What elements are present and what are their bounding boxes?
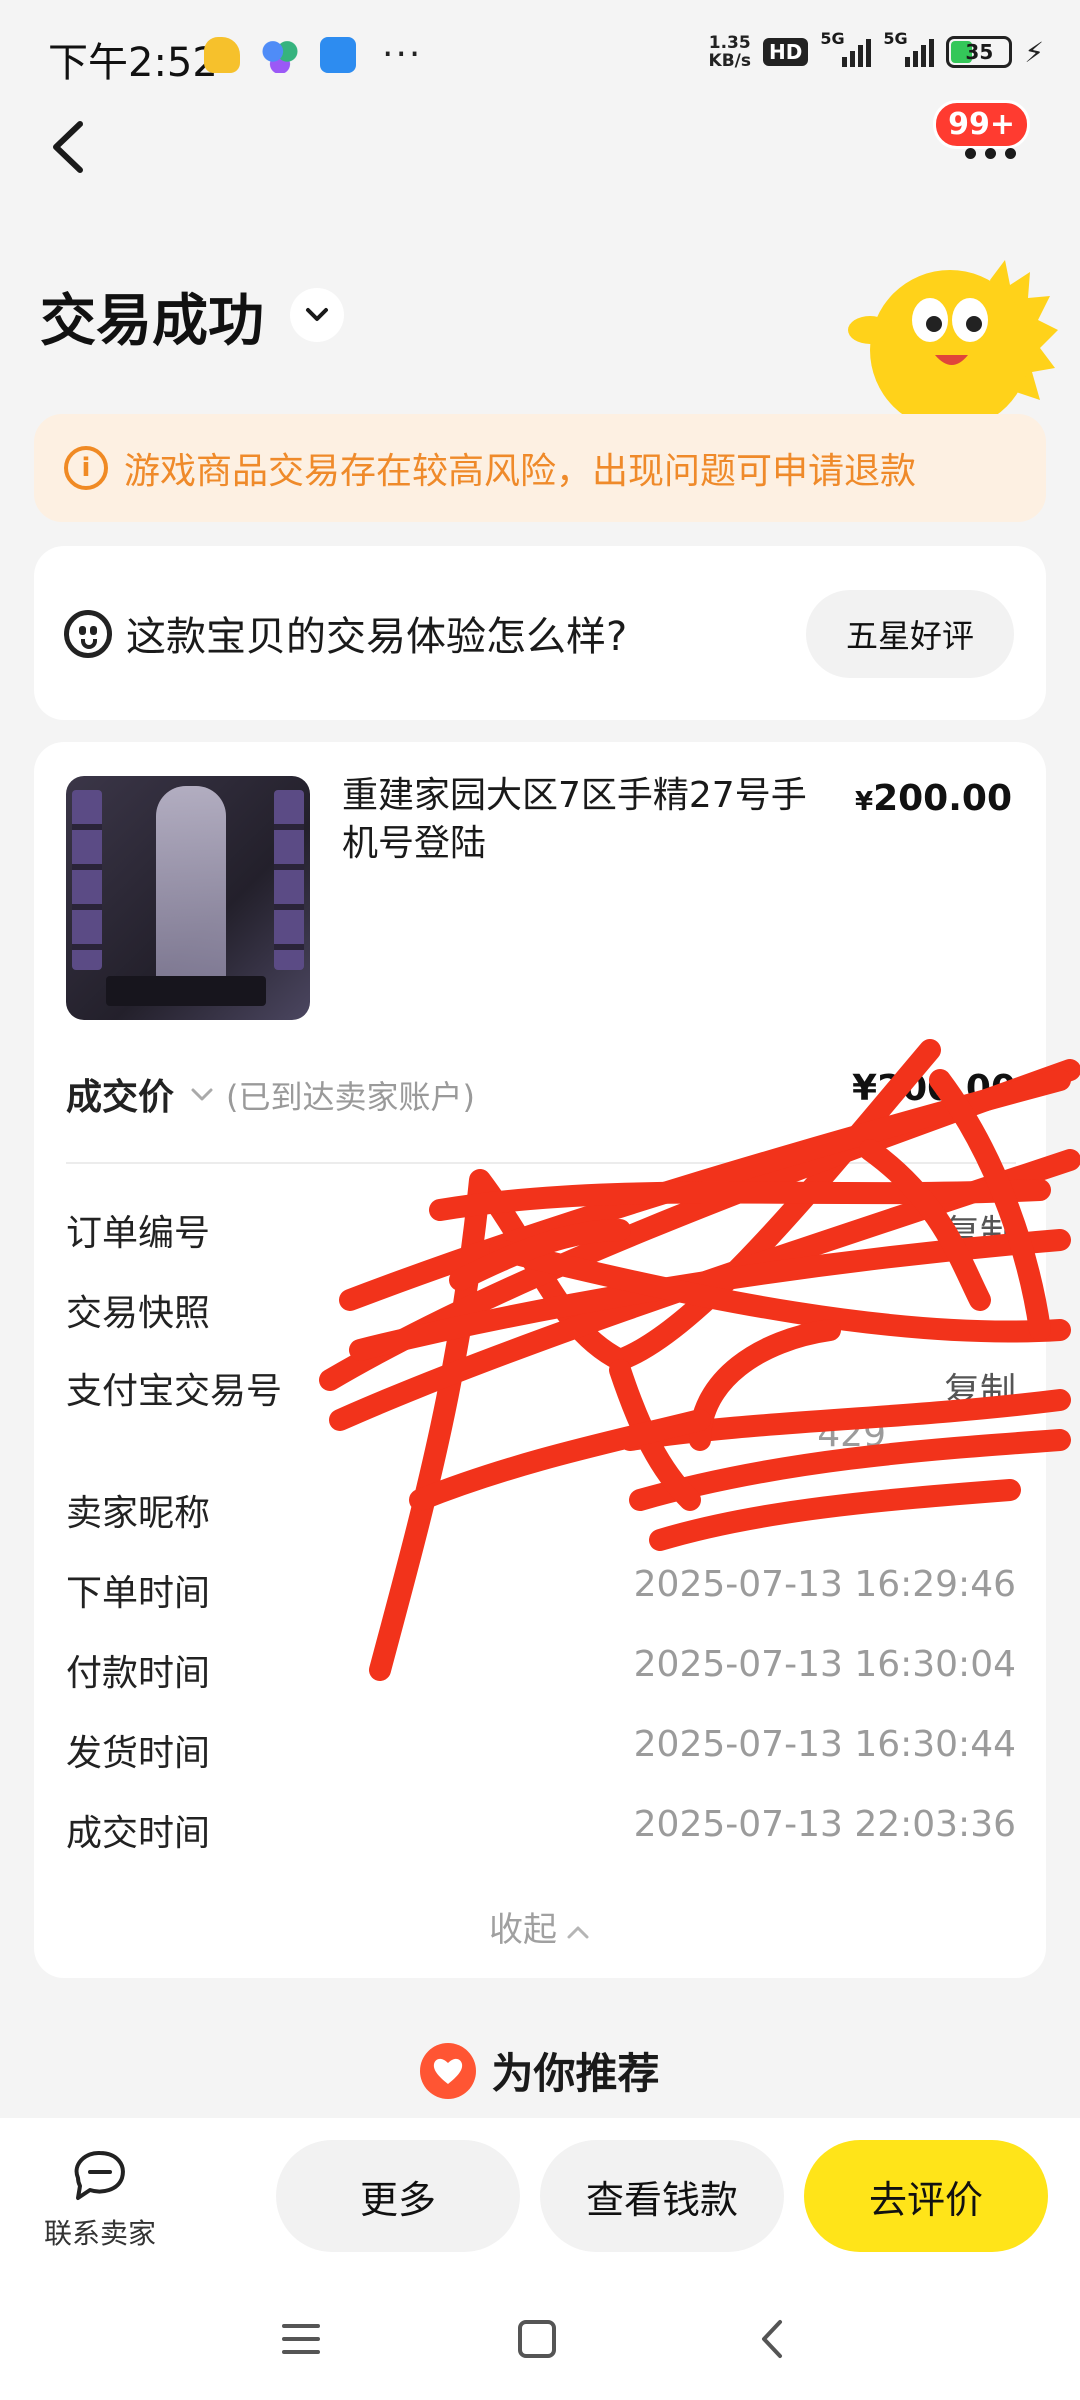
detail-label: 成交时间 [66,1813,211,1854]
status-more-icon: ··· [382,34,423,75]
battery-icon: 35 [946,36,1013,68]
risk-warning-text: 游戏商品交易存在较高风险，出现问题可申请退款 [124,451,917,492]
detail-row-deal-time: 成交时间 2025-07-13 22:03:36 [66,1804,1016,1854]
rating-question: 这款宝贝的交易体验怎么样? [126,614,628,660]
heart-icon [420,2042,477,2099]
network-speed: 1.35 KB/s [709,34,751,70]
detail-label: 卖家昵称 [66,1493,211,1534]
detail-label: 交易快照 [66,1293,211,1334]
detail-label: 发货时间 [66,1733,211,1774]
battery-level: 35 [965,40,994,64]
chevron-down-icon [306,308,328,321]
recommend-title: 为你推荐 [491,2049,660,2098]
wallet-icon [320,36,356,73]
deal-price-value: ¥200.00 [852,1068,1016,1109]
view-money-button[interactable]: 查看钱款 [540,2140,784,2252]
deal-price-note: (已到达卖家账户) [226,1078,475,1116]
system-nav-bar [0,2278,1080,2400]
more-dots-icon [965,148,1016,159]
detail-row-ship-time: 发货时间 2025-07-13 16:30:44 [66,1724,1016,1774]
mascot-image [848,260,1058,420]
status-time: 下午2:52 [48,40,218,86]
detail-row-snapshot[interactable]: 交易快照 [66,1284,1016,1334]
product-price: ¥200.00 [855,778,1012,819]
network-speed-value: 1.35 [708,33,751,53]
contact-seller-button[interactable]: 联系卖家 [40,2148,160,2252]
detail-row-order-number: 订单编号 复制 [66,1204,1016,1254]
five-star-review-button[interactable]: 五星好评 [806,590,1014,678]
charging-icon: ⚡ [1024,35,1044,69]
status-indicators: 1.35 KB/s HD 5G 5G 35 ⚡ [709,29,1044,70]
title-expand-button[interactable] [290,288,344,342]
info-icon: i [64,446,108,490]
back-button[interactable] [44,112,94,182]
collapse-label: 收起 [489,1910,557,1950]
chevron-down-icon [191,1088,213,1101]
product-price-value: 200.00 [873,778,1012,819]
status-bar: 下午2:52 ··· 1.35 KB/s HD 5G 5G 35 ⚡ [0,0,1080,110]
app-notification-icon [262,36,298,73]
detail-label: 支付宝交易号 [66,1371,283,1412]
copy-order-number-button[interactable]: 复制 [944,1204,1016,1256]
detail-value: 2025-07-13 16:29:46 [633,1564,1016,1605]
collapse-button[interactable]: 收起 [34,1902,1046,1951]
detail-row-alipay-number: 支付宝交易号 复制 429 [66,1362,1016,1455]
detail-value: 2025-07-13 16:30:44 [633,1724,1016,1765]
contact-seller-label: 联系卖家 [43,2217,156,2250]
more-menu-button[interactable]: 99+ [933,100,1030,180]
detail-label: 订单编号 [66,1213,211,1254]
order-card: 重建家园大区7区手精27号手机号登陆 ¥200.00 成交价 (已到达卖家账户)… [34,742,1046,1978]
network-speed-unit: KB/s [708,51,751,71]
detail-label: 付款时间 [66,1653,211,1694]
signal-icon: 5G [820,29,872,67]
message-badge: 99+ [933,100,1030,149]
home-icon[interactable] [514,2316,560,2362]
chevron-up-icon [567,1926,589,1938]
write-review-button[interactable]: 去评价 [804,2140,1048,2252]
detail-label: 下单时间 [66,1573,211,1614]
copy-alipay-number-button[interactable]: 复制 [944,1362,1016,1414]
back-nav-icon[interactable] [750,2316,796,2362]
detail-row-seller-nickname: 卖家昵称 [66,1484,1016,1534]
deal-price-label: 成交价 [66,1077,175,1118]
detail-row-pay-time: 付款时间 2025-07-13 16:30:04 [66,1644,1016,1694]
detail-value: 2025-07-13 16:30:04 [633,1644,1016,1685]
bottom-action-bar: 联系卖家 更多 查看钱款 去评价 [0,2118,1080,2278]
page-title: 交易成功 [40,289,264,354]
deal-price-row[interactable]: 成交价 (已到达卖家账户) ¥200.00 [66,1068,1016,1118]
risk-warning-banner: i 游戏商品交易存在较高风险，出现问题可申请退款 [34,414,1046,522]
detail-value: 2025-07-13 22:03:36 [633,1804,1016,1845]
status-app-icons: ··· [204,34,422,75]
signal-label: 5G [820,29,845,48]
signal-label: 5G [883,29,908,48]
weather-icon [204,36,240,73]
detail-value: 429 [817,1414,886,1455]
currency-symbol: ¥ [854,787,874,817]
chat-icon [74,2150,125,2200]
more-button[interactable]: 更多 [276,2140,520,2252]
hd-icon: HD [762,38,809,66]
rating-card: 这款宝贝的交易体验怎么样? 五星好评 [34,546,1046,720]
back-arrow-icon [53,121,83,173]
signal-icon: 5G [883,29,935,67]
product-title[interactable]: 重建家园大区7区手精27号手机号登陆 [342,772,822,868]
smiley-icon [64,610,112,658]
product-thumbnail[interactable] [66,776,310,1020]
divider [66,1162,1016,1164]
recommend-header: 为你推荐 [0,2040,1080,2101]
detail-row-order-time: 下单时间 2025-07-13 16:29:46 [66,1564,1016,1614]
menu-icon[interactable] [278,2316,324,2362]
